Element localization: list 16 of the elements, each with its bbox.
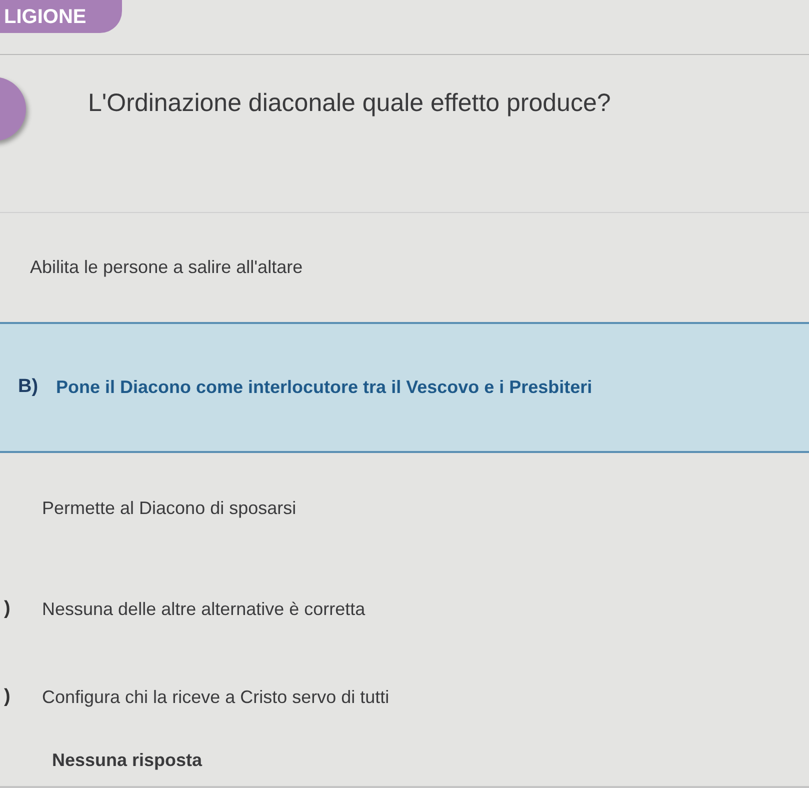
answer-option[interactable]: Permette al Diacono di sposarsi [0, 453, 809, 563]
option-letter: B) [18, 375, 40, 400]
answer-option[interactable]: ) Configura chi la riceve a Cristo servo di tutti [0, 655, 809, 739]
no-answer-label: Nessuna risposta [52, 750, 202, 770]
option-text: Pone il Diacono come interlocutore tra il Vescovo e i Presbiteri [56, 376, 592, 399]
answer-option[interactable]: B) Pone il Diacono come interlocutore tra il Vescovo e i Presbiteri [0, 322, 809, 453]
option-text: Permette al Diacono di sposarsi [42, 496, 296, 520]
option-text: Configura chi la riceve a Cristo servo di tutti [42, 686, 390, 709]
answer-option[interactable]: ) Nessuna delle altre alternative è corretta [0, 563, 809, 655]
option-text: Abilita le persone a salire all'altare [30, 256, 303, 279]
answer-option[interactable]: Abilita le persone a salire all'altare [0, 213, 809, 322]
option-letter: ) [4, 596, 12, 621]
question-text: L'Ordinazione diaconale quale effetto produce? [88, 88, 611, 119]
option-letter: ) [4, 684, 12, 709]
subject-badge: LIGIONE [0, 0, 122, 33]
option-text: Nessuna delle altre alternative è corretta [42, 598, 366, 620]
